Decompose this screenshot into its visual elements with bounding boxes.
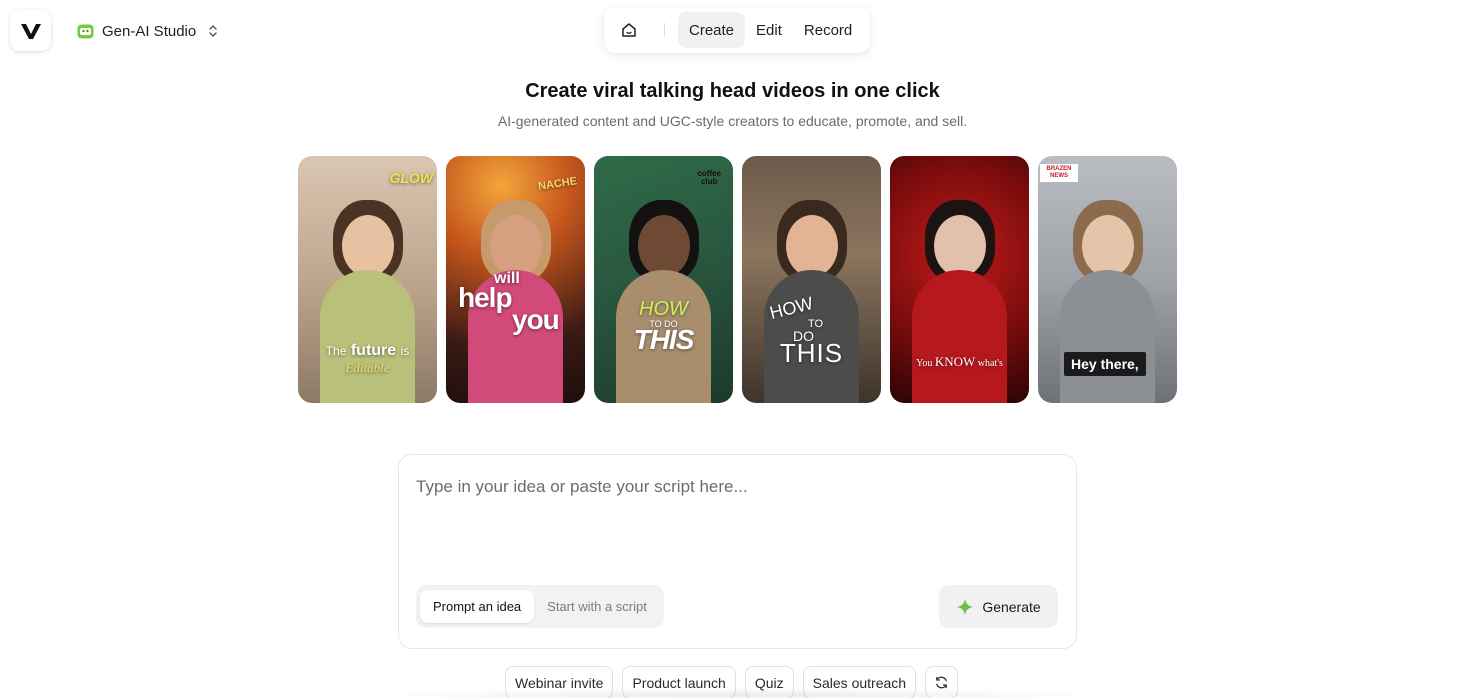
example-video-gallery: GLOW The future is Editable NACHE will h… xyxy=(298,156,1177,403)
workspace-switcher[interactable]: Gen-AI Studio xyxy=(76,18,218,44)
example-video-card[interactable]: GLOW The future is Editable xyxy=(298,156,437,403)
prompt-an-idea-button[interactable]: Prompt an idea xyxy=(420,590,535,623)
nav-divider xyxy=(664,23,665,37)
page-subtitle: AI-generated content and UGC-style creat… xyxy=(497,113,968,129)
start-with-script-button[interactable]: Start with a script xyxy=(534,590,660,623)
video-caption-accent: Editable xyxy=(345,360,390,375)
video-caption: help xyxy=(458,282,513,313)
example-video-card[interactable]: NACHE will help you xyxy=(446,156,585,403)
tab-record[interactable]: Record xyxy=(793,12,863,48)
page-title: Create viral talking head videos in one … xyxy=(525,80,940,102)
video-caption: The future is xyxy=(325,342,410,359)
generate-label: Generate xyxy=(982,598,1041,615)
input-mode-toggle: Prompt an idea Start with a script xyxy=(416,585,664,628)
video-logo: coffee club xyxy=(697,169,721,186)
bottom-shadow xyxy=(360,688,1120,698)
workspace-name: Gen-AI Studio xyxy=(102,22,197,40)
chevron-up-down-icon xyxy=(208,24,218,38)
top-nav: Create Edit Record xyxy=(604,7,870,53)
home-icon xyxy=(622,23,636,37)
tab-create[interactable]: Create xyxy=(678,12,746,48)
example-video-card[interactable]: BRAZEN NEWS Hey there, xyxy=(1038,156,1177,403)
brand-v-logo-icon xyxy=(20,23,41,39)
example-video-card[interactable]: coffee club HOW TO DO THIS xyxy=(594,156,733,403)
idea-input[interactable] xyxy=(416,477,1056,567)
refresh-icon xyxy=(936,676,947,689)
video-logo: GLOW xyxy=(389,170,433,186)
video-caption: HOW xyxy=(639,298,688,320)
video-caption: you xyxy=(512,304,560,335)
example-video-card[interactable]: HOW TO DO THIS xyxy=(742,156,881,403)
video-caption: THIS xyxy=(633,324,695,355)
brand-logo[interactable] xyxy=(10,10,51,51)
video-caption: THIS xyxy=(779,338,844,368)
script-composer: Prompt an idea Start with a script Gener… xyxy=(398,454,1077,649)
robot-face-icon xyxy=(76,22,94,40)
video-caption: Hey there, xyxy=(1064,352,1146,376)
sparkle-icon xyxy=(956,598,974,615)
tab-edit[interactable]: Edit xyxy=(745,12,793,48)
news-logo: BRAZEN NEWS xyxy=(1040,164,1078,182)
generate-button[interactable]: Generate xyxy=(939,585,1058,628)
video-caption: You KNOW what's xyxy=(916,354,1003,369)
home-button[interactable] xyxy=(611,12,647,48)
example-video-card[interactable]: You KNOW what's xyxy=(890,156,1029,403)
